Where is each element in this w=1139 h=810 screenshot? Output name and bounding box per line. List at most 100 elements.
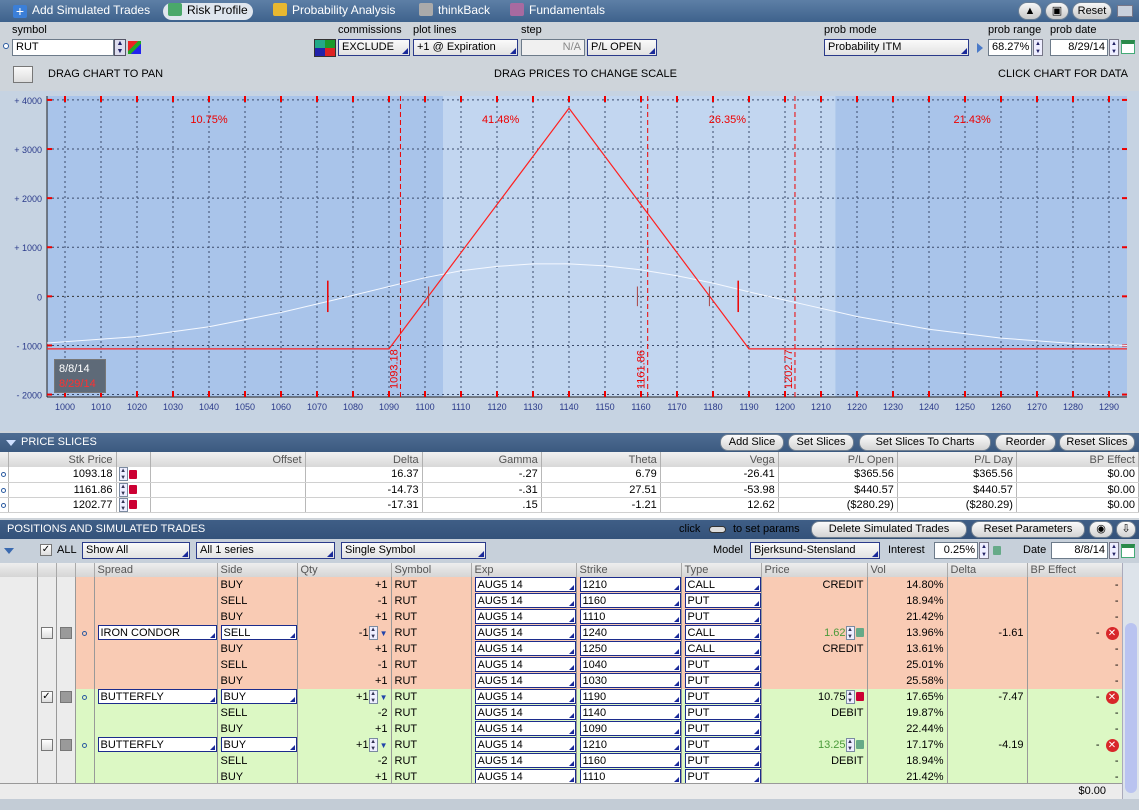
pl-mode-dropdown[interactable]: P/L OPEN [587, 39, 657, 56]
price-slice-row[interactable]: 1161.86 ▲ ▼ -14.73 -.31 27.51 -53.98 $440.57 $44… [0, 482, 1139, 498]
show-filter-dropdown[interactable]: Show All [82, 542, 190, 559]
strike-dropdown[interactable]: 1250 [579, 641, 680, 656]
expand-triangle-icon[interactable] [4, 548, 14, 554]
position-row[interactable]: BUY +1 RUT AUG5 14 1090 PUT 22.44% - [0, 721, 1122, 737]
risk-profile-chart-area[interactable]: + 4000 + 3000 + 2000 + 1000 0 - 1000 - 2000 100… [0, 91, 1139, 431]
exp-dropdown[interactable]: AUG5 14 [474, 753, 575, 768]
strike-dropdown[interactable]: 1090 [579, 721, 680, 736]
slice-stk-price[interactable]: 1161.86 [8, 482, 117, 498]
reset-parameters-button[interactable]: Reset Parameters [971, 521, 1085, 538]
date-spinner[interactable]: ▲ ▼ [1109, 542, 1119, 559]
exp-dropdown[interactable]: AUG5 14 [474, 737, 575, 752]
type-dropdown[interactable]: PUT [684, 593, 760, 608]
side-value[interactable]: BUY [220, 689, 296, 704]
date-calendar-icon[interactable] [1121, 544, 1135, 558]
row-color-cell[interactable] [56, 625, 76, 641]
fundamentals-tab[interactable]: Fundamentals [505, 3, 610, 20]
window-toggle-icon[interactable] [1117, 5, 1133, 17]
symbol-filter-dropdown[interactable]: Single Symbol [341, 542, 486, 559]
strike-dropdown[interactable]: 1160 [579, 753, 680, 768]
position-row[interactable]: SELL -2 RUT AUG5 14 1160 PUT DEBIT 18.94% - [0, 753, 1122, 769]
spread-dropdown[interactable]: IRON CONDOR [97, 625, 216, 640]
exp-dropdown[interactable]: AUG5 14 [474, 625, 575, 640]
strike-dropdown[interactable]: 1240 [579, 625, 680, 640]
qty-dropdown-icon[interactable]: ▼ [380, 693, 388, 702]
vol-value[interactable]: 14.80% [906, 579, 943, 591]
qty-spinner[interactable]: ▲ ▼ [368, 737, 378, 752]
row-checkbox[interactable] [40, 738, 53, 751]
slice-stk-price[interactable]: 1093.18 [8, 467, 117, 483]
price-value[interactable]: 13.25 [818, 739, 846, 751]
prob-range-input[interactable]: 68.27% [988, 39, 1032, 56]
row-link-cell[interactable] [75, 689, 95, 705]
slice-spinner[interactable]: ▲ ▼ [118, 467, 128, 482]
strike-dropdown[interactable]: 1210 [579, 577, 680, 592]
symbol-color-icon[interactable] [128, 41, 141, 54]
price-spinner[interactable]: ▲ ▼ [845, 689, 855, 704]
delete-row-icon[interactable]: ✕ [1105, 690, 1119, 704]
type-dropdown[interactable]: CALL [684, 641, 760, 656]
risk-profile-chart[interactable]: + 4000 + 3000 + 2000 + 1000 0 - 1000 - 2000 100… [0, 91, 1139, 431]
position-row[interactable]: BUY +1 RUT AUG5 14 1210 CALL CREDIT 14.80% - [0, 577, 1122, 593]
scrollbar-thumb[interactable] [1125, 623, 1137, 793]
row-checkbox[interactable]: ✓ [40, 690, 53, 703]
slice-spinner-cell[interactable]: ▲ ▼ [116, 467, 151, 483]
prob-mode-dropdown[interactable]: Probability ITM [824, 39, 969, 56]
vol-value[interactable]: 17.17% [906, 739, 943, 751]
type-dropdown[interactable]: PUT [684, 657, 760, 672]
collapse-button[interactable]: ⇩ [1116, 521, 1136, 538]
row-color-swatch[interactable] [59, 626, 72, 639]
exp-dropdown[interactable]: AUG5 14 [474, 609, 575, 624]
qty-dropdown-icon[interactable]: ▼ [380, 629, 388, 638]
interest-spinner[interactable]: ▲ ▼ [979, 542, 989, 559]
commissions-dropdown[interactable]: EXCLUDE [338, 39, 410, 56]
link-icon[interactable] [3, 43, 9, 49]
interest-input[interactable]: 0.25% [934, 542, 978, 559]
price-slice-row[interactable]: 1093.18 ▲ ▼ 16.37 -.27 6.79 -26.41 $365.56 $365.… [0, 467, 1139, 483]
slice-spinner[interactable]: ▲ ▼ [118, 482, 128, 497]
set-slices-button[interactable]: Set Slices [788, 434, 854, 451]
price-slice-row[interactable]: 1202.77 ▲ ▼ -17.31.15 -1.21 12.62 ($280.29) ($2… [0, 497, 1139, 513]
position-row[interactable]: BUTTERFLY BUY +1 ▲ ▼ ▼ RUT AUG5 14 1210 PUT 13.25 ▲… [0, 737, 1122, 753]
row-check-cell[interactable]: ✓ [37, 689, 57, 705]
date-input[interactable]: 8/8/14 [1051, 542, 1108, 559]
prob-date-spinner[interactable]: ▲ ▼ [1109, 39, 1119, 56]
price-value[interactable]: 1.62 [824, 627, 845, 639]
row-checkbox[interactable] [40, 626, 53, 639]
expand-arrow-icon[interactable] [977, 43, 983, 53]
delete-row-icon[interactable]: ✕ [1105, 626, 1119, 640]
strike-dropdown[interactable]: 1140 [579, 705, 680, 720]
price-value[interactable]: 10.75 [818, 691, 846, 703]
strike-dropdown[interactable]: 1190 [579, 689, 680, 704]
add-simulated-trades-tab[interactable]: + Add Simulated Trades [8, 3, 155, 20]
strike-dropdown[interactable]: 1160 [579, 593, 680, 608]
strike-dropdown[interactable]: 1030 [579, 673, 680, 688]
strike-dropdown[interactable]: 1110 [579, 769, 680, 784]
vol-value[interactable]: 25.58% [906, 675, 943, 687]
vol-value[interactable]: 13.96% [906, 627, 943, 639]
step-input[interactable]: N/A [521, 39, 585, 56]
print-button[interactable]: ▣ [1045, 2, 1069, 20]
vol-value[interactable]: 18.94% [906, 755, 943, 767]
type-dropdown[interactable]: PUT [684, 737, 760, 752]
reorder-button[interactable]: Reorder [995, 434, 1056, 451]
exp-dropdown[interactable]: AUG5 14 [474, 593, 575, 608]
side-value[interactable]: BUY [220, 737, 296, 752]
row-color-cell[interactable] [56, 737, 76, 753]
spread-dropdown[interactable]: BUTTERFLY [97, 737, 216, 752]
position-row[interactable]: SELL -1 RUT AUG5 14 1040 PUT 25.01% - [0, 657, 1122, 673]
vol-value[interactable]: 17.65% [906, 691, 943, 703]
vol-value[interactable]: 13.61% [906, 643, 943, 655]
set-slices-to-charts-button[interactable]: Set Slices To Charts [859, 434, 991, 451]
position-row[interactable]: BUY +1 RUT AUG5 14 1250 CALL CREDIT 13.61% - [0, 641, 1122, 657]
exp-dropdown[interactable]: AUG5 14 [474, 769, 575, 784]
exp-dropdown[interactable]: AUG5 14 [474, 721, 575, 736]
exp-dropdown[interactable]: AUG5 14 [474, 689, 575, 704]
slice-spinner[interactable]: ▲ ▼ [118, 497, 128, 512]
calendar-icon[interactable] [1121, 40, 1135, 54]
row-link-cell[interactable] [75, 625, 95, 641]
position-row[interactable]: IRON CONDOR SELL -1 ▲ ▼ ▼ RUT AUG5 14 1240 CALL 1.… [0, 625, 1122, 641]
slice-spinner-cell[interactable]: ▲ ▼ [116, 482, 151, 498]
type-dropdown[interactable]: PUT [684, 721, 760, 736]
exp-dropdown[interactable]: AUG5 14 [474, 673, 575, 688]
